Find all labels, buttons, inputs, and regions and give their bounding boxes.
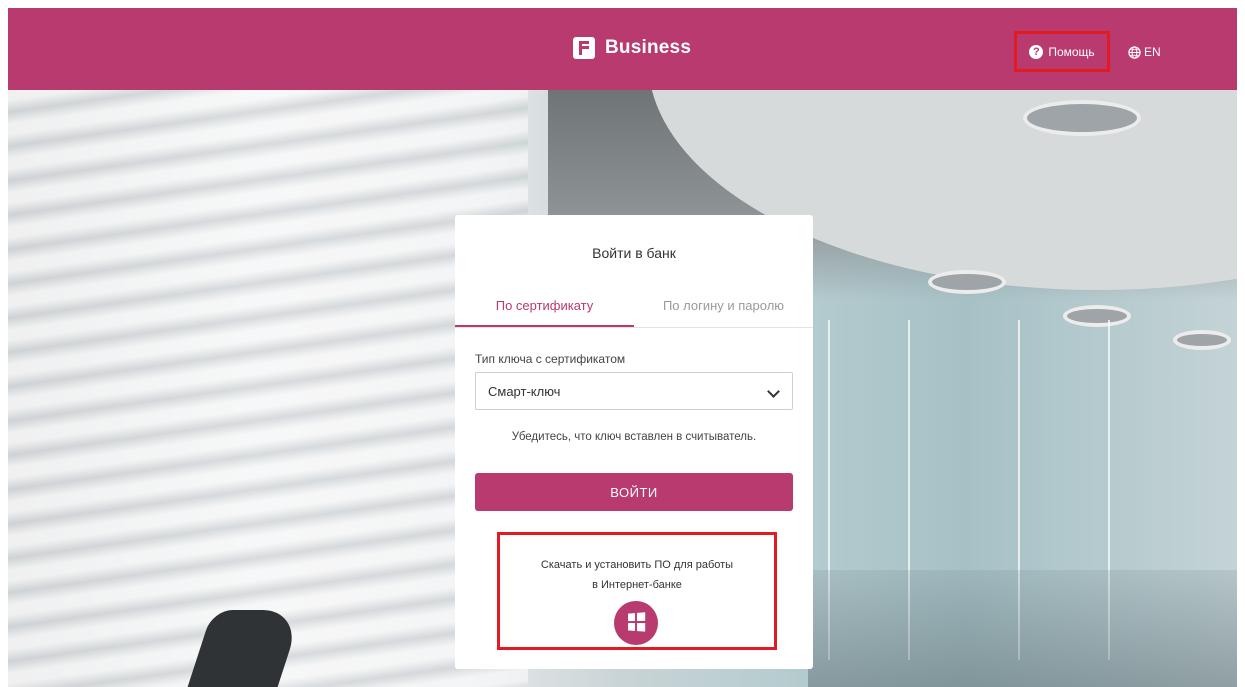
tab-certificate[interactable]: По сертификату (455, 287, 634, 327)
ceiling-light (1023, 100, 1141, 136)
login-card: Войти в банк По сертификату По логину и … (455, 215, 813, 669)
help-link[interactable]: ? Помощь (1014, 31, 1110, 72)
download-text-line2: в Интернет-банке (592, 579, 682, 591)
login-button[interactable]: ВОЙТИ (475, 473, 793, 511)
chevron-down-icon (767, 385, 780, 398)
key-hint-text: Убедитесь, что ключ вставлен в считывате… (511, 431, 757, 443)
key-type-value: Смарт-ключ (488, 383, 561, 399)
login-title: Войти в банк (592, 245, 676, 261)
login-tabs: По сертификату По логину и паролю (455, 287, 813, 328)
brand-f-icon (573, 37, 595, 59)
top-header: Business ? Помощь EN (8, 8, 1237, 90)
globe-icon (1128, 45, 1141, 59)
question-circle-icon: ? (1029, 44, 1044, 59)
language-label: EN (1144, 45, 1161, 59)
cropped-document-text (0, 0, 1245, 8)
key-type-select[interactable]: Смарт-ключ (475, 372, 793, 410)
brand-name: Business (605, 37, 692, 58)
tab-login-password[interactable]: По логину и паролю (634, 287, 813, 325)
brand-logo[interactable]: Business (573, 33, 691, 63)
key-type-label: Тип ключа с сертификатом (475, 352, 626, 366)
download-software-section: Скачать и установить ПО для работы в Инт… (497, 532, 777, 650)
download-text-line1: Скачать и установить ПО для работы (540, 559, 734, 571)
ceiling-light (1063, 305, 1131, 327)
download-text: Скачать и установить ПО для работы в Инт… (500, 555, 774, 595)
office-floor-decoration (808, 570, 1237, 687)
windows-icon (627, 612, 646, 632)
help-label: Помощь (1048, 44, 1095, 59)
wave-wall-decoration (8, 90, 528, 687)
ceiling-light (928, 270, 1006, 294)
ceiling-light (1173, 330, 1231, 350)
language-switch[interactable]: EN (1128, 44, 1161, 60)
download-windows-button[interactable] (614, 601, 658, 645)
